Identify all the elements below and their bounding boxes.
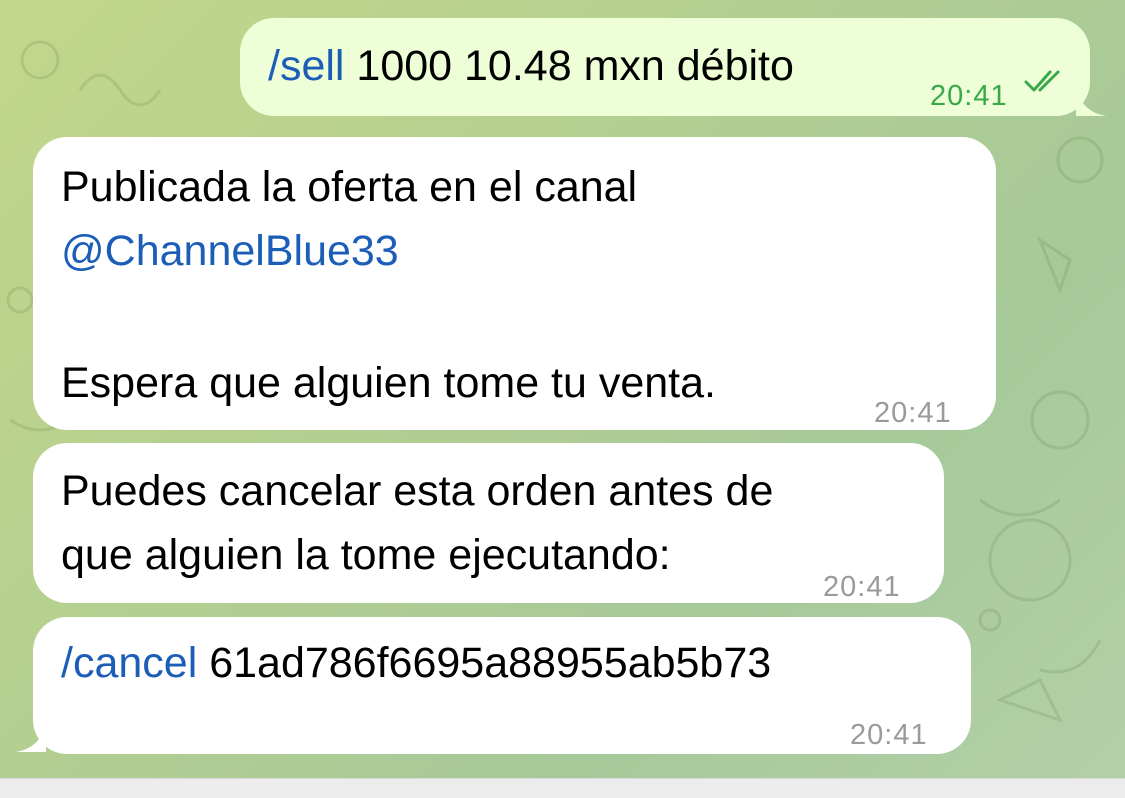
bubble-tail: [16, 724, 46, 752]
sell-command-args: 1000 10.48 mxn débito: [344, 42, 794, 90]
incoming-message-bubble[interactable]: Publicada la oferta en el canal @Channel…: [33, 137, 996, 430]
chat-area: /sell 1000 10.48 mxn débito 20:41 Public…: [0, 0, 1125, 778]
message-time: 20:41: [874, 397, 952, 429]
message-line: Puedes cancelar esta orden antes de: [61, 467, 774, 515]
message-text: /sell 1000 10.48 mxn débito: [268, 34, 794, 98]
incoming-message-bubble[interactable]: Puedes cancelar esta orden antes de que …: [33, 443, 944, 603]
message-line: que alguien la tome ejecutando:: [61, 531, 671, 579]
message-time: 20:41: [930, 80, 1008, 112]
message-line: Espera que alguien tome tu venta.: [61, 359, 716, 407]
message-line: Publicada la oferta en el canal: [61, 163, 638, 211]
message-time: 20:41: [850, 719, 928, 751]
channel-link[interactable]: @ChannelBlue33: [61, 219, 399, 283]
sell-command-link[interactable]: /sell: [268, 42, 344, 90]
cancel-command-link[interactable]: /cancel: [61, 639, 197, 687]
bubble-tail: [1076, 88, 1106, 116]
double-check-icon: [1024, 70, 1060, 92]
input-bar-edge: [0, 778, 1125, 798]
outgoing-message-bubble[interactable]: /sell 1000 10.48 mxn débito 20:41: [240, 18, 1090, 116]
message-time: 20:41: [823, 571, 901, 603]
message-text: /cancel 61ad786f6695a88955ab5b73: [61, 631, 771, 695]
order-id: 61ad786f6695a88955ab5b73: [197, 639, 772, 687]
incoming-message-bubble[interactable]: /cancel 61ad786f6695a88955ab5b73 20:41: [33, 617, 971, 754]
